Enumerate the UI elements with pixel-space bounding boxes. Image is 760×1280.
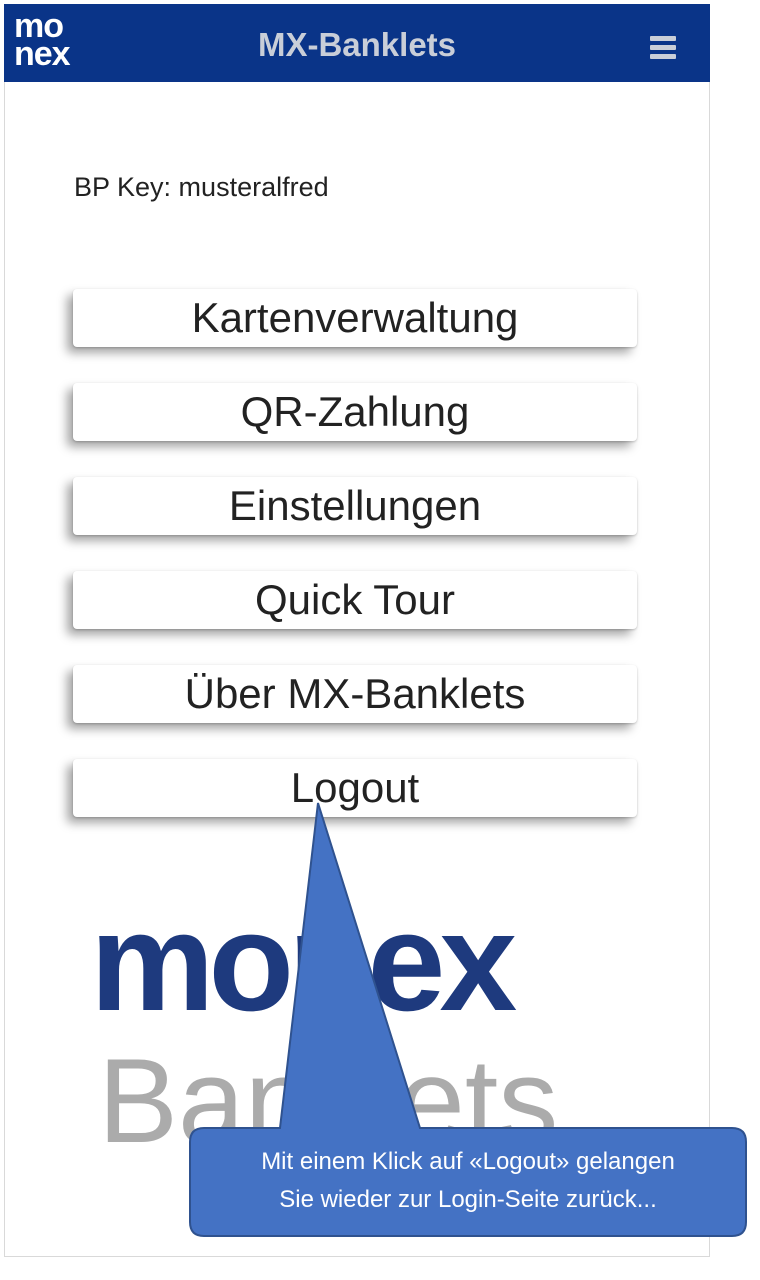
- callout-line-2: Sie wieder zur Login-Seite zurück...: [279, 1186, 657, 1213]
- callout-text: Mit einem Klick auf «Logout» gelangen Si…: [190, 1128, 746, 1234]
- bp-key-label: BP Key: musteralfred: [74, 172, 329, 202]
- kartenverwaltung-button[interactable]: Kartenverwaltung: [73, 289, 637, 347]
- qr-zahlung-button[interactable]: QR-Zahlung: [73, 383, 637, 441]
- logout-button[interactable]: Logout: [73, 759, 637, 817]
- einstellungen-button[interactable]: Einstellungen: [73, 477, 637, 535]
- ueber-mx-banklets-button[interactable]: Über MX-Banklets: [73, 665, 637, 723]
- quick-tour-button[interactable]: Quick Tour: [73, 571, 637, 629]
- logo-word-monex: monex: [90, 910, 516, 1040]
- page-title: MX-Banklets: [257, 26, 457, 63]
- callout-line-1: Mit einem Klick auf «Logout» gelangen: [261, 1148, 675, 1175]
- app-header: mo nex MX-Banklets: [4, 4, 710, 82]
- hamburger-menu-icon[interactable]: [650, 36, 676, 59]
